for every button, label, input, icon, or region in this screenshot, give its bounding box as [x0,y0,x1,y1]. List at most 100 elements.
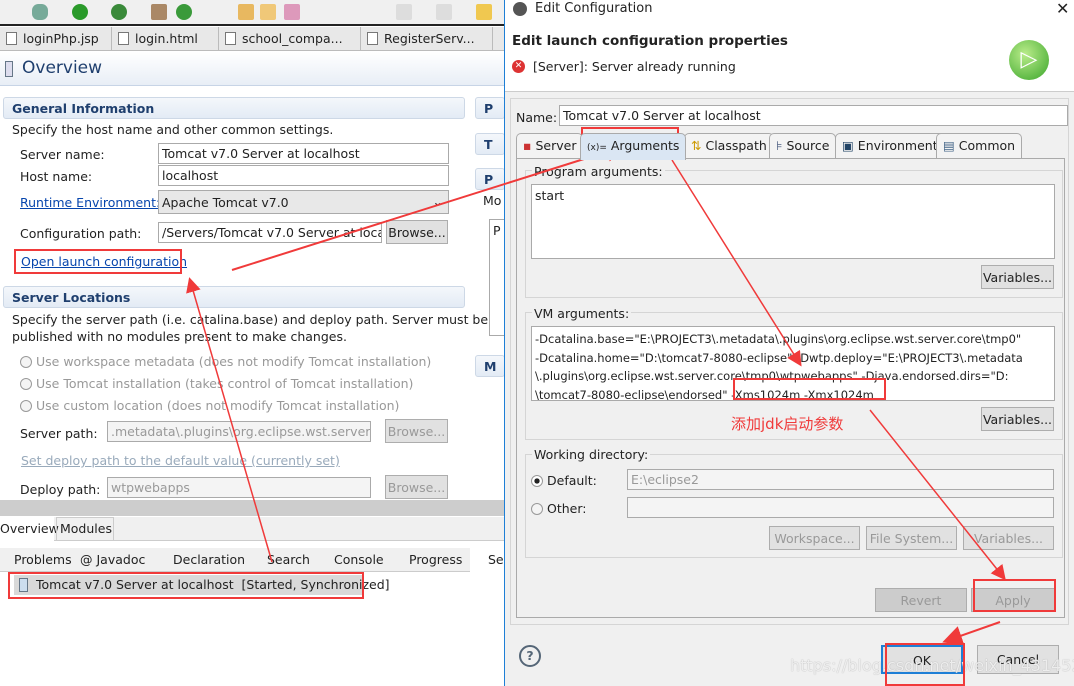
program-args-label: Program arguments: [532,164,665,179]
highlight-server-row [8,572,364,599]
section-description: Specify the host name and other common s… [12,122,334,137]
tab-declaration[interactable]: Declaration [173,552,245,567]
section-title: T [484,137,493,152]
editor-tabs: loginPhp.jsp login.html school_compa... … [0,27,504,51]
refresh-icon[interactable] [176,4,192,20]
tab-servers[interactable]: Se [470,548,504,572]
tomcat-installation-radio[interactable]: Use Tomcat installation (takes control o… [20,376,413,391]
vm-args-line: \tomcat7-8080-eclipse\endorsed" [535,387,732,401]
server-path-input[interactable]: .metadata\.plugins\org.eclipse.wst.serve… [107,421,371,442]
deploy-path-label: Deploy path: [20,482,101,497]
tab-common[interactable]: ▤ Common [936,133,1023,158]
tab-problems[interactable]: Problems [0,552,74,567]
editor-tab[interactable]: RegisterServ... [361,27,493,51]
working-dir-label: Working directory: [532,447,651,462]
help-icon[interactable]: ? [519,645,541,667]
right-section[interactable]: P [475,97,505,119]
radio-label: Use workspace metadata (does not modify … [36,354,432,369]
host-name-input[interactable]: localhost [158,165,449,186]
tab-server[interactable]: ▪ Server [516,133,584,158]
tab-environment[interactable]: ▣ Environment [835,133,945,158]
run-launch-icon: ▷ [1009,40,1049,80]
source-icon: ⊧ [776,138,783,153]
runtime-environment-link[interactable]: Runtime Environment: [20,195,160,210]
close-icon[interactable]: ✕ [1056,0,1069,18]
file-system-button[interactable]: File System... [866,526,957,550]
tab-label: Javadoc [96,552,146,567]
radio-label: Default: [547,473,597,488]
name-label: Name: [516,110,558,125]
workspace-button[interactable]: Workspace... [769,526,860,550]
prev-annotation-icon[interactable] [436,4,452,20]
vm-args-line: -Dcatalina.base="E:\PROJECT3\.metadata\.… [535,332,1022,346]
server-name-input[interactable]: Tomcat v7.0 Server at localhost [158,143,449,164]
list-header: P [493,223,501,238]
dialog-header: Edit Configuration ✕ Edit launch configu… [505,0,1074,92]
open-folder-icon[interactable] [238,4,254,20]
main-toolbar [0,0,504,26]
editor-tab[interactable]: loginPhp.jsp [0,27,112,51]
next-annotation-icon[interactable] [396,4,412,20]
section-description: published with no modules present to mak… [12,329,347,344]
editor-tab[interactable]: login.html [112,27,219,51]
java-file-icon [367,32,378,45]
tab-arguments[interactable]: (x)= Arguments [580,133,687,160]
other-dir-input[interactable] [627,497,1054,518]
horizontal-scrollbar[interactable] [0,500,504,516]
revert-button[interactable]: Revert [875,588,967,612]
right-section[interactable]: M [475,355,505,377]
browse-server-path-button[interactable]: Browse... [385,419,448,443]
name-input[interactable]: Tomcat v7.0 Server at localhost [559,105,1068,126]
back-icon[interactable] [476,4,492,20]
browse-deploy-path-button[interactable]: Browse... [385,475,448,499]
default-radio[interactable]: Default: [531,473,597,488]
tab-label: loginPhp.jsp [23,31,99,46]
file-icon [6,32,17,45]
radio-icon [20,400,32,412]
general-info-section[interactable]: General Information [3,97,465,119]
tab-classpath[interactable]: ⇅ Classpath [684,133,774,158]
search-tool-icon[interactable] [284,4,300,20]
runtime-select[interactable]: Apache Tomcat v7.0 ⌄ [158,190,449,214]
error-message: [Server]: Server already running [533,59,736,74]
other-radio[interactable]: Other: [531,501,586,516]
working-variables-button[interactable]: Variables... [963,526,1054,550]
section-title: M [484,359,497,374]
right-section[interactable]: P [475,168,505,190]
tab-progress[interactable]: Progress [409,552,462,567]
arguments-icon: (x)= [587,143,607,153]
tab-label: Arguments [610,138,680,153]
section-title: P [484,172,494,187]
custom-location-radio[interactable]: Use custom location (does not modify Tom… [20,398,399,413]
set-default-deploy-link[interactable]: Set deploy path to the default value (cu… [21,453,340,468]
config-path-input[interactable]: /Servers/Tomcat v7.0 Server at localho [158,222,382,243]
browse-button[interactable]: Browse... [386,220,448,244]
modules-list[interactable]: P [489,219,505,336]
tab-source[interactable]: ⊧ Source [769,133,837,158]
workspace-metadata-radio[interactable]: Use workspace metadata (does not modify … [20,354,431,369]
tab-console[interactable]: Console [334,552,384,567]
run-server-icon[interactable] [111,4,127,20]
highlight-apply [973,579,1056,612]
tab-label: Classpath [705,138,767,153]
debug-icon[interactable] [32,4,48,20]
tab-modules[interactable]: Modules [56,517,114,541]
folder-icon[interactable] [260,4,276,20]
editor-tab[interactable]: school_compa... [219,27,361,51]
program-args-textarea[interactable]: start [531,184,1055,259]
server-locations-section[interactable]: Server Locations [3,286,465,308]
radio-icon [20,356,32,368]
tab-javadoc[interactable]: @ Javadoc [80,552,145,567]
annotation-text: 添加jdk启动参数 [731,415,844,433]
tab-label: Environment [857,138,938,153]
run-icon[interactable] [72,4,88,20]
right-section-text: Mo [483,193,502,208]
right-section[interactable]: T [475,133,505,155]
default-dir-input[interactable]: E:\eclipse2 [627,469,1054,490]
program-variables-button[interactable]: Variables... [981,265,1054,289]
vm-variables-button[interactable]: Variables... [981,407,1054,431]
new-package-icon[interactable] [151,4,167,20]
tab-overview[interactable]: Overview [0,517,59,541]
tab-search[interactable]: Search [267,552,310,567]
deploy-path-input[interactable]: wtpwebapps [107,477,371,498]
